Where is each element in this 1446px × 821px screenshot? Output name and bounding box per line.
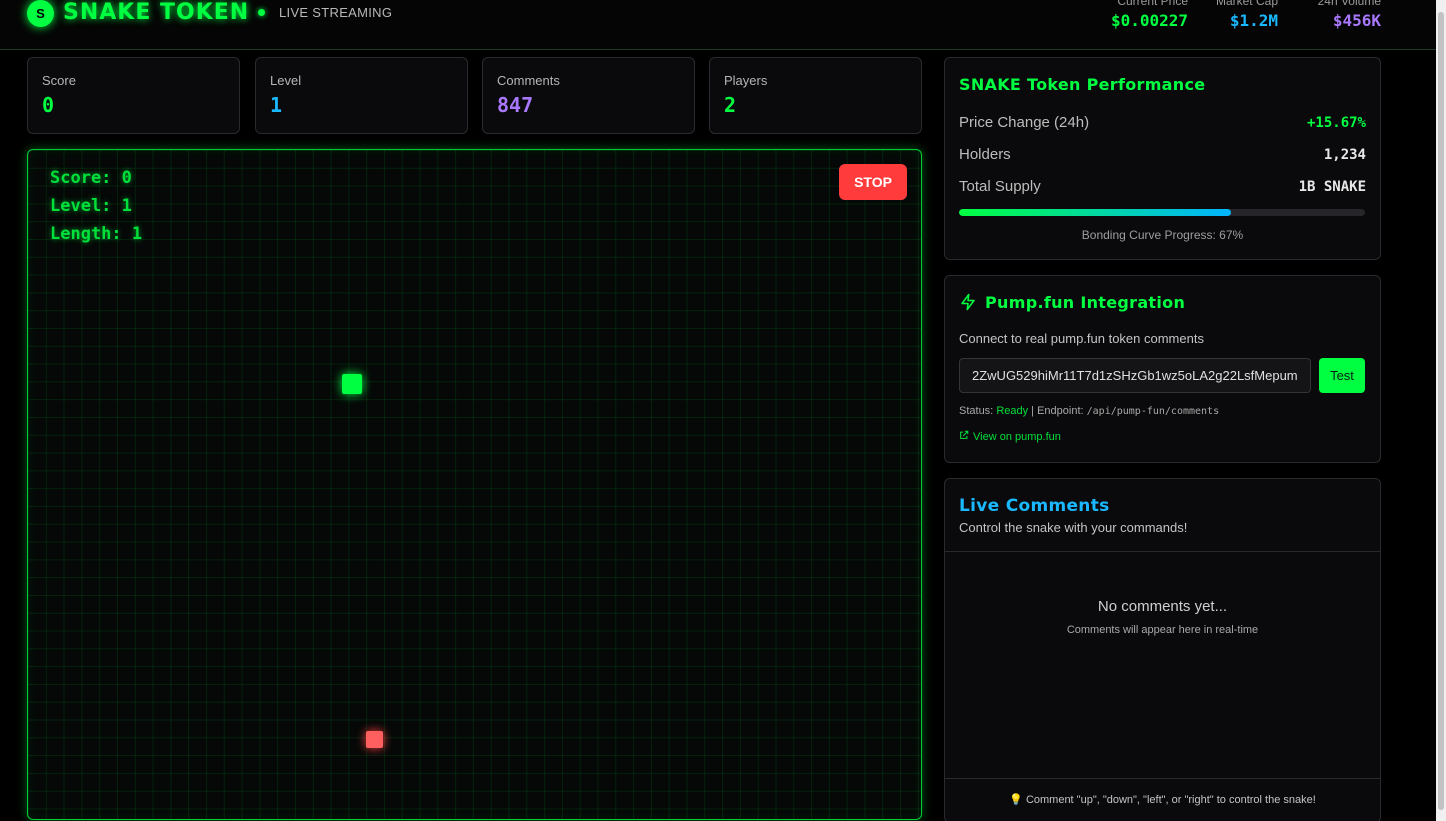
players-card-value: 2 — [724, 93, 737, 117]
performance-panel: SNAKE Token Performance Price Change (24… — [944, 57, 1381, 260]
players-card-label: Players — [724, 73, 768, 88]
view-on-pumpfun-link[interactable]: View on pump.fun — [959, 430, 1061, 443]
level-card-value: 1 — [270, 93, 283, 117]
volume-stat: 24h Volume $456K — [1318, 0, 1381, 32]
status-value: Ready — [996, 405, 1029, 417]
site-title: SNAKE TOKEN — [63, 0, 250, 25]
endpoint-label: | Endpoint: — [1031, 405, 1084, 417]
holders-value: 1,234 — [1323, 147, 1366, 163]
market-cap-stat: Market Cap $1.2M — [1216, 0, 1278, 32]
endpoint-value: /api/pump-fun/comments — [1086, 406, 1220, 417]
scrollbar-thumb[interactable] — [1438, 12, 1444, 810]
live-indicator-dot — [258, 9, 265, 16]
performance-title: SNAKE Token Performance — [959, 75, 1206, 94]
hud-score: Score: 0 — [50, 168, 132, 188]
lightbulb-icon: 💡 — [1009, 794, 1023, 806]
bonding-curve-progress-fill — [959, 209, 1232, 216]
control-hint-text: Comment "up", "down", "left", or "right"… — [1025, 794, 1316, 806]
live-comments-subtitle: Control the snake with your commands! — [959, 520, 1188, 535]
pumpfun-status-line: Status: Ready | Endpoint: /api/pump-fun/… — [959, 405, 1219, 417]
stop-button[interactable]: STOP — [839, 164, 907, 200]
control-hint: 💡 Comment "up", "down", "left", or "righ… — [945, 793, 1380, 806]
comments-header-divider — [945, 551, 1380, 552]
lightning-icon — [959, 293, 977, 311]
token-address-input[interactable] — [959, 358, 1311, 393]
food-pellet — [366, 731, 383, 748]
pumpfun-description: Connect to real pump.fun token comments — [959, 331, 1204, 346]
score-card-value: 0 — [42, 93, 55, 117]
level-card-label: Level — [270, 73, 302, 88]
view-on-pumpfun-label: View on pump.fun — [973, 430, 1061, 443]
current-price-stat: Current Price $0.00227 — [1111, 0, 1188, 32]
status-label: Status: — [959, 405, 994, 417]
total-supply-label: Total Supply — [959, 178, 1041, 195]
comments-card: Comments 847 — [482, 57, 695, 134]
total-supply-value: 1B SNAKE — [1298, 179, 1366, 195]
top-header: S SNAKE TOKEN LIVE STREAMING Current Pri… — [0, 0, 1436, 50]
live-comments-title: Live Comments — [959, 496, 1110, 516]
holders-row: Holders 1,234 — [959, 146, 1366, 168]
volume-label: 24h Volume — [1317, 0, 1381, 8]
empty-comments-subtitle: Comments will appear here in real-time — [1066, 624, 1259, 636]
hud-length: Length: 1 — [50, 224, 143, 244]
price-change-label: Price Change (24h) — [959, 114, 1090, 131]
score-card-label: Score — [42, 73, 76, 88]
live-comments-panel: Live Comments Control the snake with you… — [944, 478, 1381, 821]
comments-footer-divider — [945, 778, 1380, 779]
total-supply-row: Total Supply 1B SNAKE — [959, 178, 1366, 200]
pumpfun-title: Pump.fun Integration — [985, 293, 1186, 312]
empty-comments-title: No comments yet... — [1097, 598, 1228, 615]
external-link-icon — [959, 430, 969, 443]
live-status-label: LIVE STREAMING — [279, 5, 393, 20]
holders-label: Holders — [959, 146, 1011, 163]
pumpfun-panel: Pump.fun Integration Connect to real pum… — [944, 275, 1381, 463]
players-card: Players 2 — [709, 57, 922, 134]
price-change-row: Price Change (24h) +15.67% — [959, 114, 1366, 136]
comments-card-value: 847 — [497, 93, 534, 117]
snake-head — [342, 374, 362, 394]
comments-card-label: Comments — [497, 73, 560, 88]
current-price-value: $0.00227 — [1110, 11, 1188, 30]
market-cap-value: $1.2M — [1229, 11, 1278, 30]
bonding-curve-progress-label: Bonding Curve Progress: 67% — [1081, 228, 1244, 242]
market-cap-label: Market Cap — [1215, 0, 1278, 8]
hud-level: Level: 1 — [50, 196, 132, 216]
level-card: Level 1 — [255, 57, 468, 134]
current-price-label: Current Price — [1117, 0, 1188, 8]
price-change-value: +15.67% — [1306, 115, 1366, 131]
bonding-curve-progress-bar — [959, 209, 1365, 216]
score-card: Score 0 — [27, 57, 240, 134]
test-button[interactable]: Test — [1319, 358, 1365, 393]
volume-value: $456K — [1332, 11, 1381, 30]
page-scrollbar[interactable] — [1436, 0, 1446, 821]
game-board[interactable]: Score: 0 Level: 1 Length: 1 STOP — [27, 149, 922, 820]
logo-icon: S — [27, 0, 54, 27]
